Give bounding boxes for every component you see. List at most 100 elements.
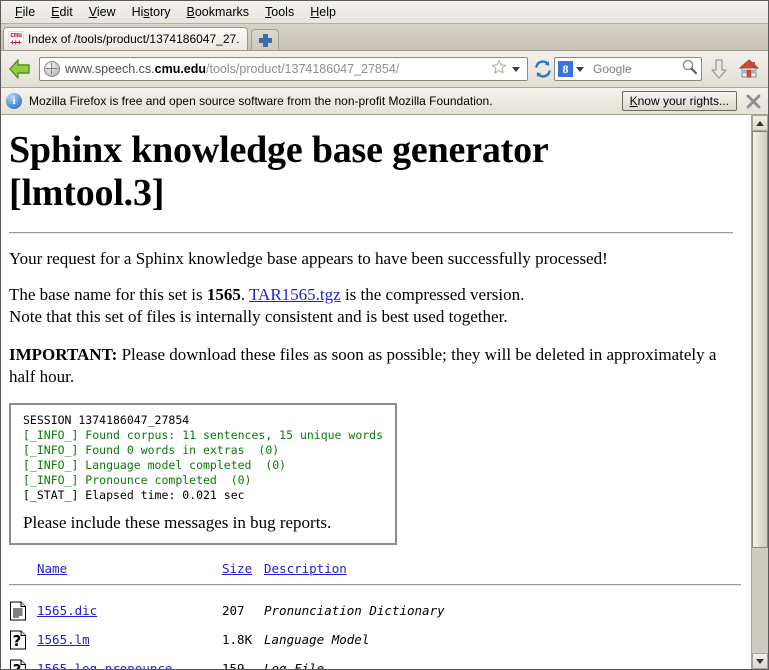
log-line-corpus: [_INFO_] Found corpus: 11 sentences, 15 …: [23, 427, 384, 442]
file-link[interactable]: 1565.log_pronounce: [37, 661, 172, 669]
reload-icon: [535, 60, 551, 78]
session-log-box: SESSION 1374186047_27854 [_INFO_] Found …: [9, 402, 397, 545]
search-input[interactable]: Google: [593, 62, 681, 76]
basename-middle: .: [240, 285, 250, 305]
file-size-cell: 207: [222, 603, 245, 619]
info-icon: i: [6, 93, 22, 109]
file-size-cell: 159: [222, 661, 245, 669]
menu-history[interactable]: History: [124, 3, 179, 21]
browser-window: File Edit View History Bookmarks Tools H…: [0, 0, 769, 670]
plus-icon: [258, 33, 272, 47]
tab-title: Index of /tools/product/1374186047_27...: [28, 32, 239, 46]
menu-help[interactable]: Help: [302, 3, 344, 21]
url-prefix: www.speech.cs.: [65, 62, 155, 76]
search-engine-chevron-icon[interactable]: [576, 66, 584, 72]
table-header-divider-row: [9, 580, 741, 597]
file-listing-table: Name Size Description 1565.dic 207 Pronu…: [9, 561, 741, 669]
menu-file[interactable]: File: [7, 3, 43, 21]
sort-by-description-link[interactable]: Description: [264, 561, 347, 576]
file-name-cell: 1565.lm: [37, 626, 222, 655]
triangle-up-icon: [756, 120, 764, 126]
search-icon[interactable]: [681, 58, 698, 80]
reload-button[interactable]: [532, 57, 554, 81]
globe-icon: [44, 61, 60, 77]
menu-edit[interactable]: Edit: [43, 3, 81, 21]
tab-bar: cmu +++ Index of /tools/product/13741860…: [1, 24, 768, 51]
file-icon-cell: ?: [9, 626, 37, 655]
sort-by-name-link[interactable]: Name: [37, 561, 67, 576]
header-icon-col: [9, 561, 37, 580]
scrollbar-track[interactable]: [752, 131, 768, 653]
page-title-line1: Sphinx knowledge base generator: [9, 129, 549, 171]
text-file-icon: [10, 601, 26, 621]
table-row: 1565.dic 207 Pronunciation Dictionary: [9, 597, 741, 626]
content-area: Sphinx knowledge base generator [lmtool.…: [1, 115, 768, 669]
tarball-link[interactable]: TAR1565.tgz: [249, 285, 341, 304]
notification-bar: i Mozilla Firefox is free and open sourc…: [1, 88, 768, 115]
svg-text:?: ?: [13, 632, 22, 650]
header-name: Name: [37, 561, 222, 580]
file-size-cell: 1.8K: [222, 632, 253, 648]
log-line-elapsed: [_STAT_] Elapsed time: 0.021 sec: [23, 487, 245, 502]
file-name-cell: 1565.log_pronounce: [37, 655, 222, 669]
page-title: Sphinx knowledge base generator [lmtool.…: [9, 129, 741, 214]
unknown-file-icon: ?: [10, 659, 26, 669]
header-size: Size: [222, 561, 264, 580]
cmu-favicon-marks: +++: [10, 38, 22, 47]
header-description: Description: [264, 561, 741, 580]
basename-suffix: is the compressed version.: [340, 285, 525, 305]
scroll-up-button[interactable]: [752, 115, 768, 131]
know-your-rights-button[interactable]: Know your rights...: [621, 91, 737, 111]
log-line-extras: [_INFO_] Found 0 words in extras (0): [23, 442, 280, 457]
web-page: Sphinx knowledge base generator [lmtool.…: [1, 115, 751, 669]
important-paragraph: IMPORTANT: Please download these files a…: [9, 344, 741, 388]
svg-text:?: ?: [13, 661, 22, 669]
table-row: ? 1565.log_pronounce 159 Log File: [9, 655, 741, 669]
chevron-down-icon[interactable]: [512, 66, 520, 72]
menu-tools[interactable]: Tools: [257, 3, 302, 21]
file-icon-cell: ?: [9, 655, 37, 669]
table-row: ? 1565.lm 1.8K Language Model: [9, 626, 741, 655]
notification-close-button[interactable]: [743, 91, 763, 111]
log-footer-note: Please include these messages in bug rep…: [23, 512, 332, 532]
file-description-cell: Pronunciation Dictionary: [264, 603, 445, 619]
url-bar[interactable]: www.speech.cs.cmu.edu/tools/product/1374…: [39, 57, 528, 81]
page-title-line2: [lmtool.3]: [9, 171, 165, 214]
close-icon: [746, 94, 760, 108]
home-button[interactable]: [734, 54, 764, 84]
notification-text: Mozilla Firefox is free and open source …: [29, 94, 493, 108]
tab-active[interactable]: cmu +++ Index of /tools/product/13741860…: [3, 27, 248, 50]
cmu-favicon: cmu +++: [8, 31, 24, 47]
url-path: /tools/product/1374186047_27854/: [206, 62, 400, 76]
back-arrow-icon: [9, 59, 30, 79]
success-paragraph: Your request for a Sphinx knowledge base…: [9, 249, 608, 269]
table-divider: [9, 583, 741, 586]
title-divider: [9, 232, 733, 235]
file-link[interactable]: 1565.dic: [37, 603, 97, 618]
vertical-scrollbar[interactable]: [751, 115, 768, 669]
url-domain: cmu.edu: [154, 62, 207, 76]
table-header-row: Name Size Description: [9, 561, 741, 580]
url-text: www.speech.cs.cmu.edu/tools/product/1374…: [65, 62, 489, 76]
scrollbar-thumb[interactable]: [752, 131, 768, 548]
scroll-down-button[interactable]: [752, 653, 768, 669]
file-link[interactable]: 1565.lm: [37, 632, 90, 647]
home-icon: [738, 59, 760, 78]
sort-by-size-link[interactable]: Size: [222, 561, 252, 576]
bookmark-star-icon[interactable]: [491, 59, 507, 80]
downloads-button[interactable]: [704, 54, 734, 84]
basename-value: 1565: [206, 285, 241, 305]
google-logo-icon: 8: [558, 61, 573, 77]
menu-bookmarks[interactable]: Bookmarks: [179, 3, 258, 21]
unknown-file-icon: ?: [10, 630, 26, 650]
menu-view[interactable]: View: [81, 3, 124, 21]
log-line-pronounce: [_INFO_] Pronounce completed (0): [23, 472, 252, 487]
download-arrow-icon: [711, 59, 727, 79]
triangle-down-icon: [756, 658, 764, 664]
navigation-toolbar: www.speech.cs.cmu.edu/tools/product/1374…: [1, 51, 768, 88]
consistency-note: Note that this set of files is internall…: [9, 307, 508, 327]
important-label: IMPORTANT:: [9, 345, 118, 365]
search-bar[interactable]: 8 Google: [554, 57, 702, 81]
new-tab-button[interactable]: [251, 29, 279, 50]
back-button[interactable]: [5, 54, 35, 84]
